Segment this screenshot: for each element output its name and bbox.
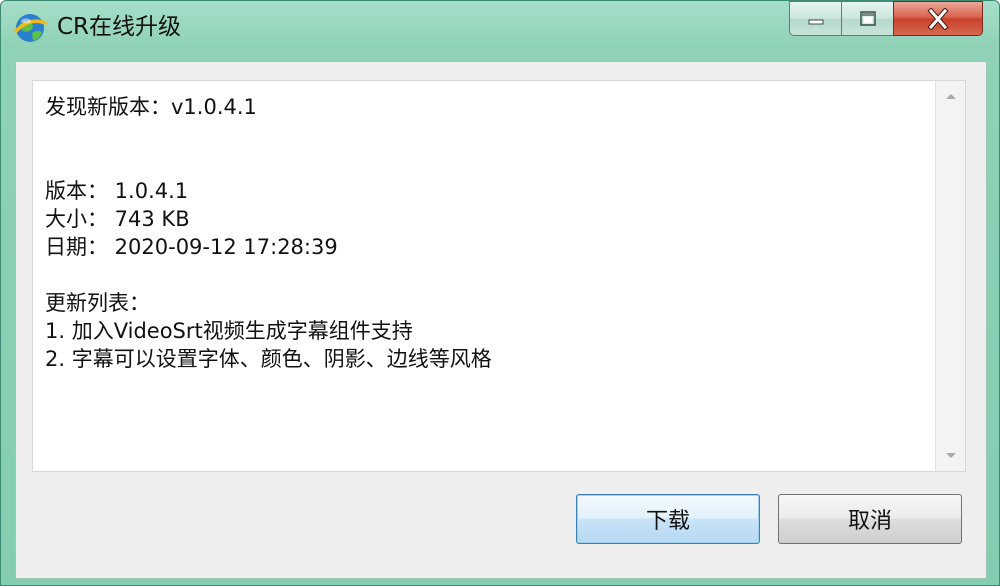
maximize-icon [859,10,876,26]
scroll-up-button[interactable] [936,81,965,111]
scroll-down-button[interactable] [936,441,965,471]
minimize-icon [808,19,823,24]
app-globe-icon [14,14,47,42]
close-button[interactable] [893,1,983,36]
vertical-scrollbar[interactable] [935,81,965,471]
changelog-heading: 更新列表： [45,291,150,315]
title-bar[interactable]: CR在线升级 [1,1,999,51]
caption-buttons [789,1,983,39]
cancel-button[interactable]: 取消 [778,494,962,544]
content-panel: 发现新版本：v1.0.4.1 版本： 1.0.4.1 大小： 743 KB 日期… [15,61,987,579]
close-icon [927,7,949,30]
size-line: 大小： 743 KB [45,207,190,231]
maximize-button[interactable] [841,1,893,36]
date-line: 日期： 2020-09-12 17:28:39 [45,235,338,259]
changelog-item: 2. 字幕可以设置字体、颜色、阴影、边线等风格 [45,347,492,371]
update-dialog-window: CR在线升级 发现新版本：v1.0.4.1 版本： 1.0.4.1 大小： 74… [0,0,1000,586]
window-title: CR在线升级 [57,14,182,40]
new-version-line: 发现新版本：v1.0.4.1 [45,95,257,119]
changelog-item: 1. 加入VideoSrt视频生成字幕组件支持 [45,319,413,343]
version-line: 版本： 1.0.4.1 [45,179,189,203]
scroll-down-arrow-icon [945,453,956,458]
release-notes-textbox[interactable]: 发现新版本：v1.0.4.1 版本： 1.0.4.1 大小： 743 KB 日期… [32,80,966,472]
minimize-button[interactable] [789,1,841,36]
release-notes-text: 发现新版本：v1.0.4.1 版本： 1.0.4.1 大小： 743 KB 日期… [45,93,925,373]
scroll-up-arrow-icon [945,94,956,99]
download-button[interactable]: 下载 [576,494,760,544]
